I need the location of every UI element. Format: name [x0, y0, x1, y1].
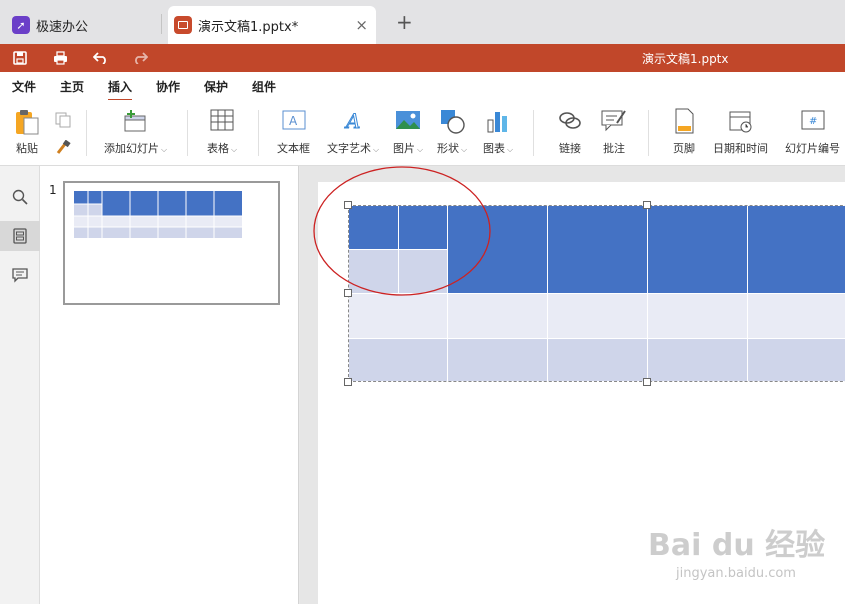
chart-icon [485, 108, 511, 134]
redo-icon[interactable] [130, 49, 150, 67]
ribbon-divider [533, 110, 534, 156]
new-tab-button[interactable]: + [396, 10, 413, 34]
picture-button[interactable]: 图片 ⌵ [393, 108, 423, 156]
chevron-down-icon: ⌵ [507, 145, 514, 154]
resize-handle[interactable] [344, 378, 352, 386]
chevron-down-icon: ⌵ [231, 145, 238, 154]
menu-bar: 文件 主页 插入 协作 保护 组件 [0, 72, 845, 101]
add-slide-label: 添加幻灯片 [104, 142, 159, 155]
svg-text:#: # [809, 116, 817, 127]
link-label: 链接 [559, 142, 581, 155]
wordart-icon: A [340, 108, 366, 134]
left-icon-strip [0, 166, 40, 604]
rocket-icon: ➚ [12, 16, 30, 34]
svg-text:A: A [344, 109, 360, 132]
menu-home[interactable]: 主页 [60, 78, 84, 95]
comment-icon [601, 108, 627, 134]
watermark-logo: Bai du 经验 [648, 528, 826, 563]
print-icon[interactable] [50, 49, 70, 67]
footer-icon [671, 108, 697, 134]
tab-bar: ➚ 极速办公 演示文稿1.pptx* × + [0, 0, 845, 44]
calendar-icon [728, 108, 754, 134]
chevron-down-icon: ⌵ [161, 145, 168, 154]
chevron-down-icon: ⌵ [417, 145, 424, 154]
link-button[interactable]: 链接 [557, 108, 583, 156]
add-slide-button[interactable]: 添加幻灯片 ⌵ [104, 108, 167, 156]
textbox-icon: A [281, 108, 307, 134]
chevron-down-icon: ⌵ [373, 145, 380, 154]
tab-document-label: 演示文稿1.pptx* [198, 19, 299, 35]
footer-button[interactable]: 页脚 [671, 108, 697, 156]
ribbon-divider [187, 110, 188, 156]
tab-divider [161, 14, 162, 34]
resize-handle[interactable] [643, 378, 651, 386]
textbox-label: 文本框 [277, 142, 310, 155]
menu-insert[interactable]: 插入 [108, 78, 133, 101]
picture-icon [395, 108, 421, 134]
paste-label: 粘贴 [16, 142, 38, 155]
wordart-label: 文字艺术 [327, 142, 371, 155]
table-label: 表格 [207, 142, 229, 155]
resize-handle[interactable] [643, 201, 651, 209]
tab-document[interactable]: 演示文稿1.pptx* × [168, 6, 376, 44]
document-title: 演示文稿1.pptx [642, 52, 729, 66]
copy-icon[interactable] [55, 112, 71, 131]
chart-button[interactable]: 图表 ⌵ [483, 108, 513, 156]
slide-number-icon: # [800, 108, 826, 134]
textbox-button[interactable]: A 文本框 [277, 108, 310, 156]
slide-number-button[interactable]: # 幻灯片编号 [785, 108, 840, 156]
tab-home-label: 极速办公 [36, 19, 89, 35]
format-painter-icon[interactable] [55, 139, 71, 159]
menu-components[interactable]: 组件 [252, 78, 276, 95]
add-slide-icon [123, 108, 149, 134]
clipboard-icon [14, 108, 40, 135]
annotation-ellipse [313, 166, 491, 296]
svg-text:A: A [289, 114, 298, 128]
comment-button[interactable]: 批注 [601, 108, 627, 156]
chart-label: 图表 [483, 142, 505, 155]
ribbon-divider [648, 110, 649, 156]
picture-label: 图片 [393, 142, 415, 155]
presentation-icon [174, 16, 192, 34]
shape-label: 形状 [437, 142, 459, 155]
menu-protect[interactable]: 保护 [204, 78, 228, 95]
shape-button[interactable]: 形状 ⌵ [437, 108, 467, 156]
menu-collaborate[interactable]: 协作 [156, 78, 180, 95]
datetime-label: 日期和时间 [713, 142, 768, 155]
slides-panel-icon[interactable] [0, 221, 40, 251]
ribbon-divider [258, 110, 259, 156]
comments-panel-icon[interactable] [0, 260, 40, 290]
footer-label: 页脚 [673, 142, 695, 155]
shape-icon [439, 108, 465, 134]
slide-thumbnail-number: 1 [49, 183, 57, 197]
ribbon-toolbar: 粘贴 添加幻灯片 ⌵ 表格 ⌵ A 文本框 A 文字艺术 ⌵ 图片 ⌵ 形状 ⌵… [0, 100, 845, 166]
table-button[interactable]: 表格 ⌵ [207, 108, 237, 156]
slide-thumbnail[interactable] [63, 181, 280, 305]
tab-home[interactable]: ➚ 极速办公 [4, 6, 154, 44]
undo-icon[interactable] [90, 49, 110, 67]
close-tab-icon[interactable]: × [355, 16, 368, 34]
chevron-down-icon: ⌵ [461, 145, 468, 154]
comment-label: 批注 [603, 142, 625, 155]
wordart-button[interactable]: A 文字艺术 ⌵ [327, 108, 379, 156]
ribbon-divider [86, 110, 87, 156]
watermark-url: jingyan.baidu.com [676, 566, 796, 581]
title-bar: 演示文稿1.pptx [0, 44, 845, 72]
table-icon [209, 108, 235, 134]
menu-file[interactable]: 文件 [12, 78, 36, 95]
datetime-button[interactable]: 日期和时间 [713, 108, 768, 156]
link-icon [557, 108, 583, 134]
paste-button[interactable]: 粘贴 [14, 108, 40, 156]
search-icon[interactable] [0, 182, 40, 212]
save-icon[interactable] [10, 49, 30, 67]
slide-number-label: 幻灯片编号 [785, 142, 840, 155]
